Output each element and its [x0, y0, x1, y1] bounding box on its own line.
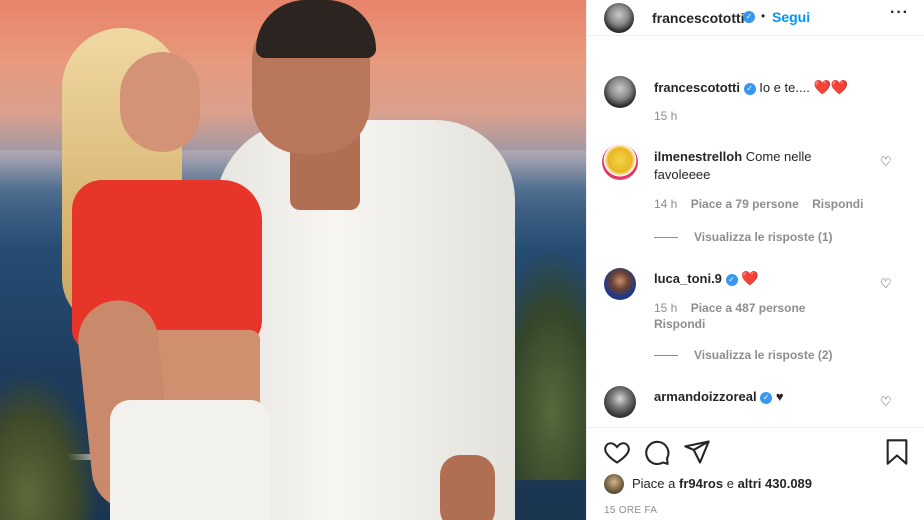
view-replies-label: Visualizza le risposte (2) [694, 348, 833, 362]
like-comment-heart-icon[interactable]: ♡ [880, 394, 892, 410]
like-heart-icon[interactable] [603, 438, 631, 466]
comment-avatar[interactable] [602, 144, 638, 180]
view-replies-label: Visualizza le risposte (1) [694, 230, 833, 244]
verified-badge-icon: ✓ [743, 82, 756, 95]
post-timestamp[interactable]: 15 ORE FA [604, 505, 657, 516]
like-comment-heart-icon[interactable]: ♡ [880, 154, 892, 170]
verified-badge-icon: ✓ [760, 391, 773, 404]
photo-man-hand [440, 455, 495, 520]
comment-text: ♥ [775, 389, 784, 404]
separator-dot: • [761, 9, 766, 23]
like-comment-heart-icon[interactable]: ♡ [880, 276, 892, 292]
caption-meta: 15 h [654, 108, 687, 124]
photo-woman-skirt [110, 400, 270, 520]
more-horizontal-icon[interactable]: ··· [890, 4, 909, 22]
verified-badge-icon: ✓ [743, 11, 755, 23]
likes-middle: e [726, 476, 734, 491]
comment-likes[interactable]: Piace a 79 persone [691, 197, 799, 211]
caption-text-block: francescototti ✓ Io e te.... ❤️❤️ [654, 78, 869, 97]
liker-username[interactable]: fr94ros [679, 476, 723, 491]
comment-username[interactable]: luca_toni.9 [654, 271, 722, 286]
replies-line [654, 237, 678, 239]
photo-man-hair [256, 0, 376, 58]
red-heart-icon: ❤️ [813, 79, 831, 95]
caption-text: Io e te.... [759, 80, 810, 95]
view-replies-button[interactable]: Visualizza le risposte (1) [654, 230, 833, 244]
red-heart-icon: ❤️ [830, 79, 849, 95]
author-avatar[interactable] [604, 3, 634, 33]
caption-time: 15 h [654, 109, 678, 123]
comment-avatar[interactable] [604, 268, 636, 300]
comment-meta: 15 h Piace a 487 persone Rispondi [654, 300, 854, 332]
author-username[interactable]: francescototti [652, 10, 745, 26]
likes-others[interactable]: altri 430.089 [738, 476, 812, 491]
photo-woman-face [120, 52, 200, 152]
likes-text[interactable]: Piace a fr94ros e altri 430.089 [632, 476, 812, 491]
action-bar: Piace a fr94ros e altri 430.089 15 ORE F… [587, 427, 924, 520]
comment-text-block: luca_toni.9 ✓ ❤️ [654, 269, 869, 288]
comments-list[interactable]: francescototti ✓ Io e te.... ❤️❤️ 15 h i… [587, 52, 924, 426]
replies-line [654, 355, 678, 357]
verified-badge-icon: ✓ [725, 273, 738, 286]
likes-prefix: Piace a [632, 476, 676, 491]
liker-avatar[interactable] [604, 474, 624, 494]
comment-text-block: ilmenestrelloh Come nelle favoleeee [654, 148, 869, 184]
post-header: francescototti ✓ • Segui ··· [587, 0, 924, 36]
reply-button[interactable]: Rispondi [812, 197, 863, 211]
comment-username[interactable]: ilmenestrelloh [654, 149, 742, 164]
reply-button[interactable]: Rispondi [654, 317, 705, 331]
view-replies-button[interactable]: Visualizza le risposte (2) [654, 348, 833, 362]
comment-avatar[interactable] [604, 386, 636, 418]
share-paper-plane-icon[interactable] [683, 438, 711, 466]
comment-meta: 14 h Piace a 79 persone Rispondi [654, 196, 873, 212]
post-photo[interactable] [0, 0, 586, 520]
comment-time: 15 h [654, 301, 678, 315]
caption-username[interactable]: francescototti [654, 80, 740, 95]
follow-button[interactable]: Segui [772, 9, 810, 25]
save-bookmark-icon[interactable] [883, 438, 911, 466]
post-side-panel: francescototti ✓ • Segui ··· francescoto… [586, 0, 924, 520]
comment-likes[interactable]: Piace a 487 persone [691, 301, 806, 315]
comment-text-block: armandoizzoreal ✓ ♥ [654, 388, 869, 406]
likes-summary: Piace a fr94ros e altri 430.089 [604, 473, 914, 495]
comment-bubble-icon[interactable] [643, 438, 671, 466]
red-heart-icon: ❤️ [741, 270, 759, 286]
comment-username[interactable]: armandoizzoreal [654, 389, 757, 404]
comment-time: 14 h [654, 197, 678, 211]
caption-avatar[interactable] [604, 76, 636, 108]
